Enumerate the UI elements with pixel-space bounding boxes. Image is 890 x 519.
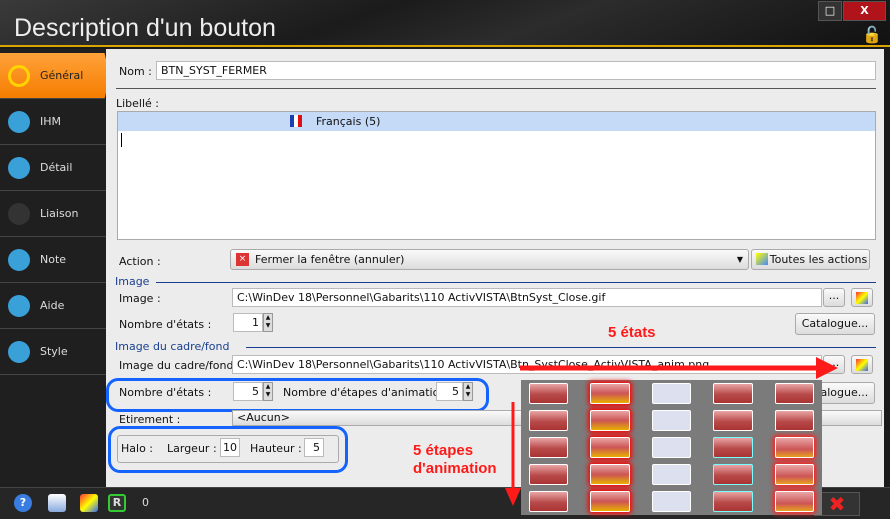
annotation-arrows — [505, 357, 838, 506]
vertical-arrow-head — [505, 488, 521, 506]
horizontal-arrow-head — [816, 357, 838, 379]
